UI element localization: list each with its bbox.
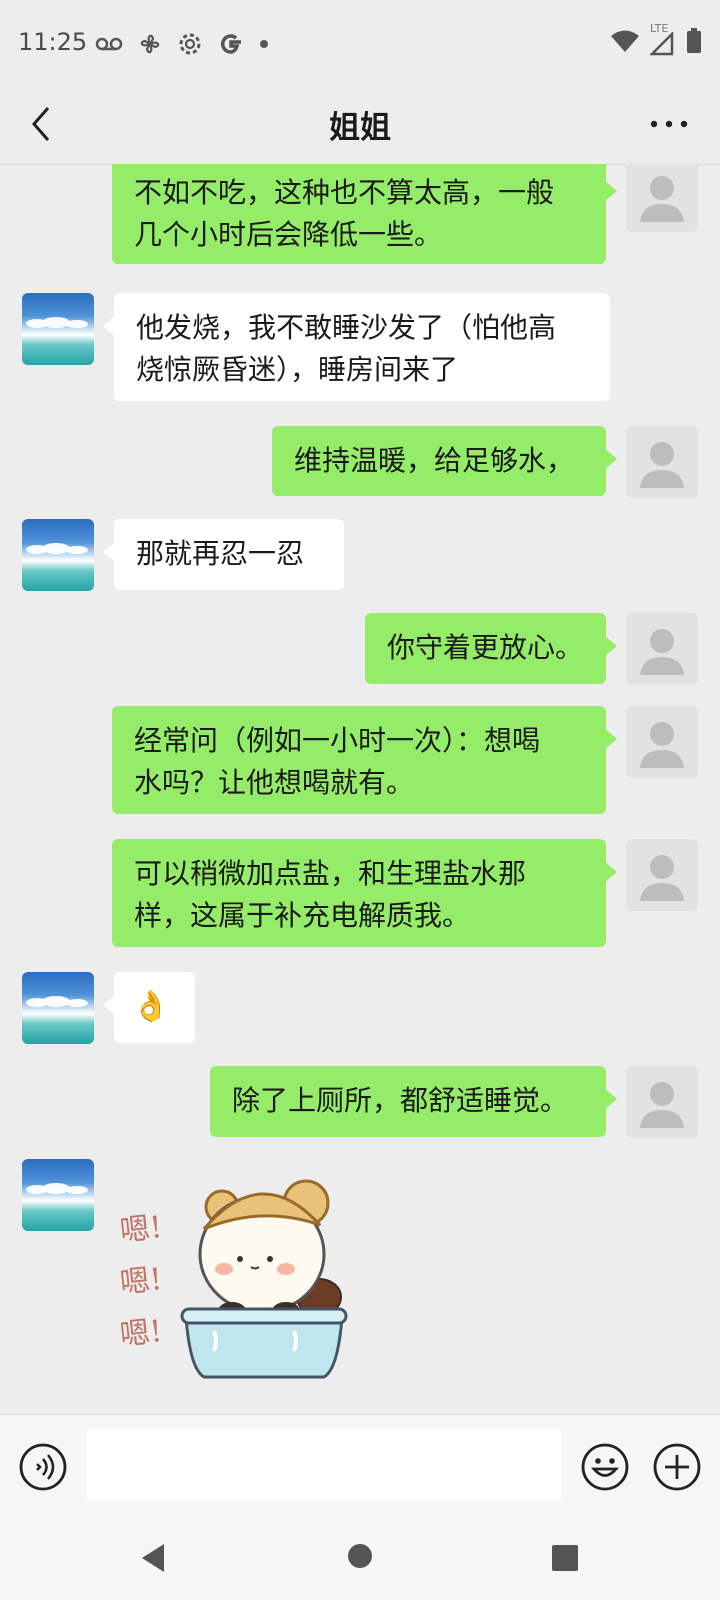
nav-back-icon[interactable] — [138, 1542, 168, 1574]
emoji-icon[interactable] — [580, 1442, 630, 1492]
default-person-icon — [640, 1082, 684, 1128]
my-avatar[interactable] — [626, 426, 698, 498]
message-bubble-me[interactable]: 你守着更放心。 — [365, 613, 617, 684]
fan-icon — [140, 34, 160, 54]
default-person-icon — [640, 176, 684, 222]
contact-avatar[interactable] — [22, 1159, 94, 1231]
status-icons-right: LTE — [610, 22, 702, 56]
status-time: 11:25 — [18, 28, 88, 56]
sticker-text: 嗯! 嗯! 嗯! — [118, 1209, 164, 1354]
message-bubble-me[interactable]: 不如不吃，这种也不算太高，一般 几个小时后会降低一些。 — [112, 164, 617, 264]
chat-header: 姐姐 — [0, 84, 720, 165]
chat-messages[interactable]: 不如不吃，这种也不算太高，一般 几个小时后会降低一些。 他发烧，我不敢睡沙发了（… — [0, 164, 720, 1414]
ok-hand-emoji: 👌 — [132, 989, 170, 1024]
cartoon-sticker — [180, 1179, 348, 1379]
message-line: 经常问（例如一小时一次）：想喝 — [134, 724, 541, 757]
default-person-icon — [640, 629, 684, 675]
message-bubble-me[interactable]: 经常问（例如一小时一次）：想喝 水吗？让他想喝就有。 — [112, 706, 617, 814]
message-input[interactable] — [86, 1429, 562, 1501]
message-line: 样，这属于补充电解质我。 — [134, 899, 471, 932]
message-line: 他发烧，我不敢睡沙发了（怕他高 — [136, 311, 557, 344]
message-bubble-them[interactable]: 那就再忍一忍 — [103, 519, 344, 590]
plus-icon[interactable] — [652, 1442, 702, 1492]
message-line: 几个小时后会降低一些。 — [134, 218, 443, 251]
my-avatar[interactable] — [626, 706, 698, 778]
message-line: 那就再忍一忍 — [136, 537, 305, 570]
battery-icon — [687, 28, 701, 53]
chat-title: 姐姐 — [329, 110, 391, 146]
voice-icon[interactable] — [18, 1442, 68, 1492]
message-bubble-them[interactable]: 👌 — [103, 972, 195, 1043]
my-avatar[interactable] — [626, 1066, 698, 1138]
contact-avatar[interactable] — [22, 293, 94, 365]
contact-avatar[interactable] — [22, 972, 94, 1044]
system-navigation-bar — [0, 1516, 720, 1600]
message-line: 水吗？让他想喝就有。 — [134, 766, 415, 799]
google-icon — [220, 34, 241, 54]
contact-avatar[interactable] — [22, 519, 94, 591]
message-line: 烧惊厥昏迷），睡房间来了 — [136, 353, 459, 386]
message-bubble-me[interactable]: 除了上厕所，都舒适睡觉。 — [210, 1066, 617, 1137]
voicemail-icon — [95, 37, 123, 51]
settings-icon — [179, 33, 201, 55]
default-person-icon — [640, 722, 684, 768]
sticker-message[interactable]: 嗯! 嗯! 嗯! — [114, 1169, 354, 1399]
message-line: 除了上厕所，都舒适睡觉。 — [232, 1084, 569, 1117]
status-icons-left — [95, 30, 269, 58]
message-bubble-me[interactable]: 可以稍微加点盐，和生理盐水那 样，这属于补充电解质我。 — [112, 839, 617, 947]
message-line: 不如不吃，这种也不算太高，一般 — [134, 176, 555, 209]
nav-home-icon[interactable] — [346, 1542, 374, 1570]
my-avatar[interactable] — [626, 839, 698, 911]
message-line: 可以稍微加点盐，和生理盐水那 — [134, 857, 527, 890]
message-bubble-me[interactable]: 维持温暖，给足够水， — [272, 426, 617, 496]
default-person-icon — [640, 855, 684, 901]
message-line: 维持温暖，给足够水， — [294, 444, 575, 477]
more-dots-icon[interactable] — [644, 106, 694, 142]
my-avatar[interactable] — [626, 613, 698, 685]
status-bar: 11:25 LTE — [0, 0, 720, 84]
wifi-icon — [611, 30, 639, 52]
message-bubble-them[interactable]: 他发烧，我不敢睡沙发了（怕他高 烧惊厥昏迷），睡房间来了 — [103, 293, 610, 401]
dot-icon — [260, 40, 268, 48]
default-person-icon — [640, 442, 684, 488]
signal-icon — [650, 32, 674, 56]
message-line: 你守着更放心。 — [387, 631, 584, 664]
nav-recents-icon[interactable] — [551, 1544, 579, 1572]
input-bar — [0, 1414, 720, 1517]
my-avatar[interactable] — [626, 164, 698, 232]
